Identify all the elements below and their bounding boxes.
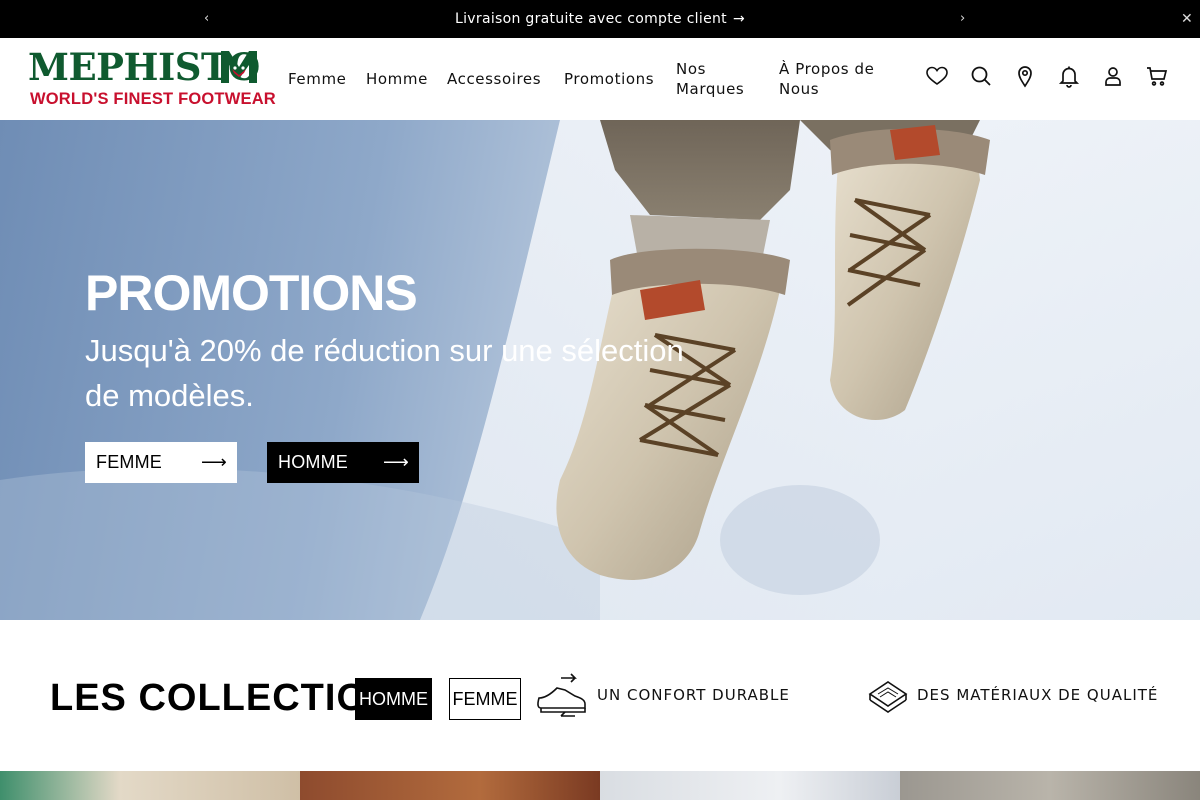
tab-homme[interactable]: HOMME: [355, 678, 432, 720]
heart-icon[interactable]: [925, 64, 949, 88]
location-pin-icon[interactable]: [1013, 64, 1037, 88]
chevron-right-icon[interactable]: ›: [960, 0, 965, 38]
cart-icon[interactable]: [1145, 64, 1169, 88]
collection-image[interactable]: [0, 771, 300, 800]
nav-item-homme[interactable]: Homme: [366, 38, 428, 120]
nav-item-accessoires[interactable]: Accessoires: [447, 38, 541, 120]
hero-homme-button-label: HOMME: [278, 452, 348, 472]
material-layers-icon: [868, 681, 908, 713]
feature-materials: DES MATÉRIAUX DE QUALITÉ: [866, 670, 1158, 720]
comfort-shoe-icon: [537, 673, 586, 717]
hero-title: PROMOTIONS: [85, 265, 418, 321]
hero-homme-button[interactable]: HOMME ⟶: [267, 442, 419, 483]
hero-banner: PROMOTIONS Jusqu'à 20% de réduction sur …: [0, 120, 1200, 620]
feature-materials-label: DES MATÉRIAUX DE QUALITÉ: [917, 686, 1159, 704]
nav-item-promotions[interactable]: Promotions: [564, 38, 654, 120]
tab-femme[interactable]: FEMME: [449, 678, 521, 720]
feature-comfort-label: UN CONFORT DURABLE: [597, 686, 790, 704]
hero-femme-button[interactable]: FEMME ⟶: [85, 442, 237, 483]
close-icon[interactable]: ✕: [1181, 0, 1193, 38]
collection-image[interactable]: [300, 771, 600, 800]
search-icon[interactable]: [969, 64, 993, 88]
brand-tagline: WORLD'S FINEST FOOTWEAR: [30, 90, 276, 108]
bell-icon[interactable]: [1057, 64, 1081, 88]
announcement-message-link[interactable]: Livraison gratuite avec compte client →: [0, 0, 1200, 38]
collection-image[interactable]: [900, 771, 1200, 800]
arrow-right-icon: ⟶: [382, 452, 409, 472]
collections-section: LES COLLECTIONS HOMME FEMME UN CONFORT D…: [0, 620, 1200, 771]
hero-subtitle: Jusqu'à 20% de réduction sur une sélecti…: [85, 333, 684, 413]
announcement-bar: ‹ Livraison gratuite avec compte client →…: [0, 0, 1200, 38]
site-header: MEPHISTO WORLD'S FINEST FOOTWEAR Femme H…: [0, 38, 1200, 120]
user-icon[interactable]: [1101, 64, 1125, 88]
arrow-right-icon: ⟶: [200, 452, 227, 472]
nav-item-femme[interactable]: Femme: [288, 38, 347, 120]
nav-item-a-propos[interactable]: À Propos de Nous: [779, 38, 889, 120]
collection-image-strip: [0, 771, 1200, 800]
feature-comfort: UN CONFORT DURABLE: [535, 670, 790, 720]
announcement-message: Livraison gratuite avec compte client: [455, 11, 727, 27]
hero-femme-button-label: FEMME: [96, 452, 162, 472]
collection-image[interactable]: [600, 771, 900, 800]
brand-logo[interactable]: MEPHISTO WORLD'S FINEST FOOTWEAR: [28, 47, 276, 109]
nav-item-nos-marques[interactable]: Nos Marques: [676, 38, 756, 120]
logo-mark-icon: [221, 51, 257, 83]
arrow-right-icon: →: [732, 11, 745, 27]
